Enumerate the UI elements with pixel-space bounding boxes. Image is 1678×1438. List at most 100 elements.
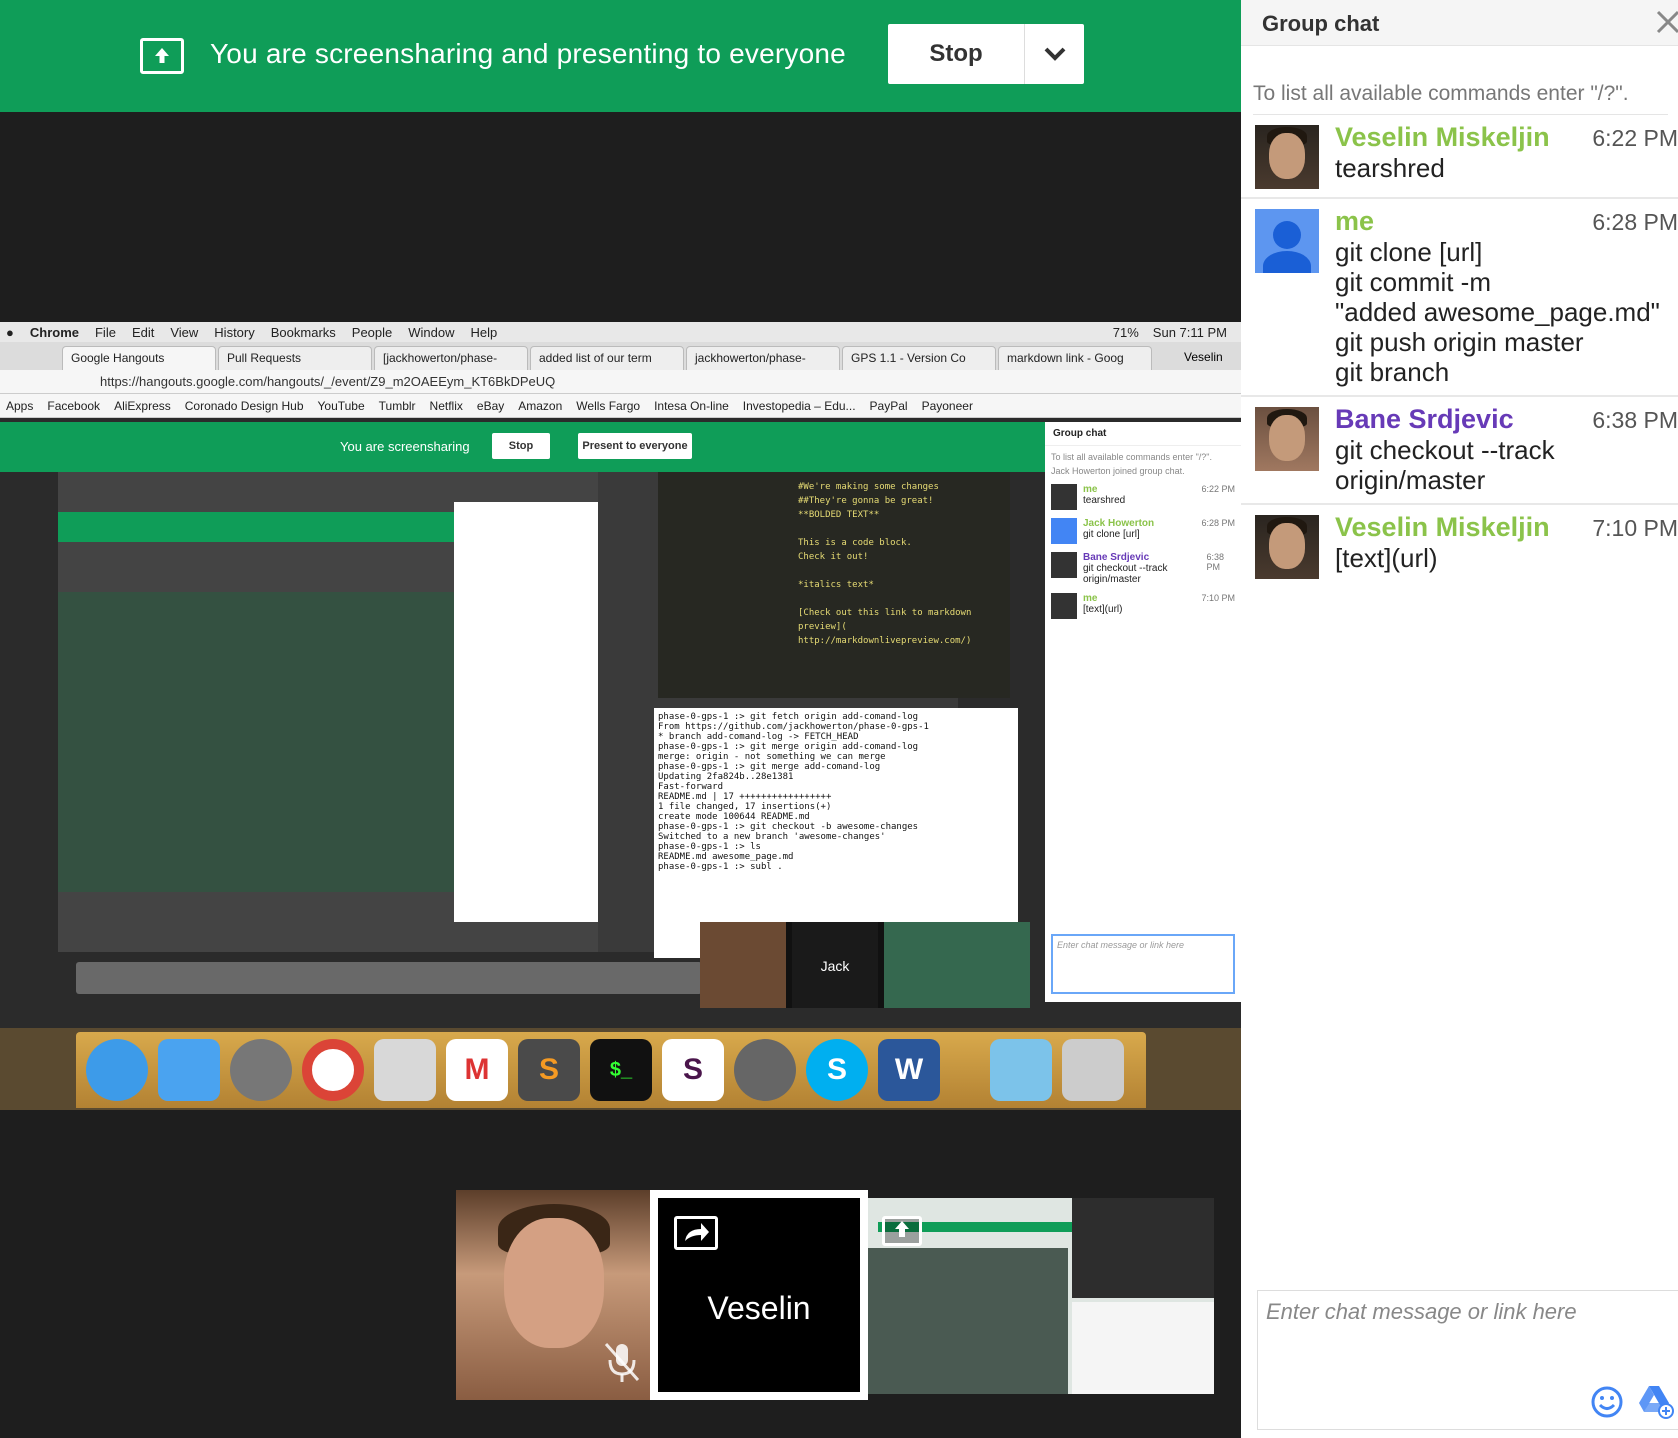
chat-message: Veselin Miskeljin [text](url) 7:10 PM: [1241, 505, 1678, 587]
avatar: [1255, 407, 1319, 471]
chat-message: Bane Srdjevic git checkout --track origi…: [1241, 397, 1678, 505]
group-chat-panel: Group chat To list all available command…: [1241, 0, 1678, 1438]
mail-icon: [374, 1039, 436, 1101]
inner-chat-time: 6:22 PM: [1201, 484, 1235, 494]
terminal-line: 1 file changed, 17 insertions(+): [658, 802, 832, 812]
close-icon[interactable]: [1654, 8, 1678, 41]
chat-input-placeholder: Enter chat message or link here: [1266, 1299, 1577, 1324]
participant-strip: Veselin: [456, 1190, 1214, 1400]
message-line: tearshred: [1335, 153, 1445, 183]
code-line: ##They're gonna be great!: [798, 496, 934, 506]
menu-item: History: [214, 324, 255, 340]
bookmark-item: Facebook: [47, 398, 101, 413]
bookmark-item: Apps: [6, 398, 34, 413]
stop-label[interactable]: Stop: [888, 40, 1024, 68]
chevron-down-icon[interactable]: [1025, 47, 1084, 61]
address-bar: https://hangouts.google.com/hangouts/_/e…: [0, 370, 1241, 394]
browser-tabbar: Google Hangouts Pull Requests [jackhower…: [0, 342, 1241, 370]
screenshare-icon: [882, 1216, 922, 1246]
mic-muted-icon: [602, 1340, 642, 1389]
inner-chat-time: 6:38 PM: [1206, 552, 1224, 572]
message-time: 6:38 PM: [1592, 407, 1678, 433]
code-line: http://markdownlivepreview.com/): [798, 636, 972, 646]
terminal-line: phase-0-gps-1 :> git fetch origin add-co…: [658, 712, 919, 722]
terminal-window: phase-0-gps-1 :> git fetch origin add-co…: [654, 708, 1018, 958]
code-line: #We're making some changes: [798, 482, 939, 492]
screenshare-banner: You are screensharing and presenting to …: [0, 0, 1241, 112]
chat-message-input[interactable]: Enter chat message or link here: [1257, 1290, 1678, 1430]
bookmark-item: YouTube: [317, 398, 365, 413]
screenshare-icon: [140, 38, 184, 74]
bookmark-item: Investopedia – Edu...: [742, 398, 856, 413]
inner-chat-title: Group chat: [1045, 422, 1241, 446]
code-line: [Check out this link to markdown preview…: [798, 608, 972, 632]
screenshare-status-text: You are screensharing and presenting to …: [210, 38, 846, 69]
menu-item: Window: [408, 324, 455, 340]
inner-chat-text: git clone [url]: [1083, 529, 1140, 540]
drive-icon[interactable]: [1636, 1383, 1674, 1424]
self-tile-inner: Veselin: [658, 1198, 860, 1392]
inner-chat-text: tearshred: [1083, 495, 1126, 506]
terminal-line: README.md | 17 +++++++++++++++++: [658, 792, 832, 802]
avatar: [1255, 125, 1319, 189]
message-line: git commit -m: [1335, 267, 1491, 297]
code-line: Check it out!: [798, 552, 869, 562]
thumb-editor: [1072, 1198, 1214, 1298]
inner-stop-button: Stop: [492, 433, 550, 459]
bookmark-item: Intesa On-line: [654, 398, 729, 413]
downloads-folder-icon: [990, 1039, 1052, 1101]
nested-desktop: #We're making some changes ##They're gon…: [58, 472, 1018, 958]
chat-title: Group chat: [1262, 11, 1380, 36]
mac-menubar: ● Chrome File Edit View History Bookmark…: [0, 322, 1241, 342]
code-line: This is a code block.: [798, 538, 912, 548]
apple-icon: ●: [6, 324, 14, 340]
system-preferences-icon: [734, 1039, 796, 1101]
url-text: https://hangouts.google.com/hangouts/_/e…: [100, 374, 556, 389]
code-editor: #We're making some changes ##They're gon…: [658, 472, 1010, 698]
message-time: 7:10 PM: [1592, 515, 1678, 541]
menu-item: Chrome: [29, 324, 79, 340]
self-presenting-tile[interactable]: Veselin: [650, 1190, 868, 1400]
inner-group-chat: Group chat To list all available command…: [1045, 422, 1241, 1002]
share-arrow-icon: [674, 1216, 718, 1250]
code-line: **BOLDED TEXT**: [798, 510, 880, 520]
message-line: origin/master: [1335, 465, 1486, 495]
bookmark-item: Wells Fargo: [576, 398, 641, 413]
inner-chat-message: me tearshred 6:22 PM: [1045, 480, 1241, 514]
code-line: *italics text*: [798, 580, 874, 590]
stop-screenshare-button[interactable]: Stop: [888, 24, 1084, 84]
dock-shelf: M S $_ S S W: [76, 1032, 1146, 1108]
emoji-icon[interactable]: [1590, 1385, 1624, 1424]
messages-icon: [86, 1039, 148, 1101]
terminal-line: README.md awesome_page.md: [658, 852, 794, 862]
bookmark-item: Netflix: [429, 398, 463, 413]
thumb-terminal: [1072, 1302, 1214, 1394]
message-time: 6:28 PM: [1592, 209, 1678, 235]
participant-video[interactable]: [456, 1190, 650, 1400]
inner-participant-jack: Jack: [792, 922, 878, 1008]
screen-share-thumbnail[interactable]: [868, 1198, 1214, 1394]
chat-hint: To list all available commands enter "/?…: [1253, 82, 1668, 115]
inner-screenshare-banner: You are screensharing Stop Present to ev…: [0, 422, 1045, 472]
bookmark-item: Coronado Design Hub: [184, 398, 304, 413]
terminal-line: phase-0-gps-1 :> git checkout -b awesome…: [658, 822, 919, 832]
bookmark-item: eBay: [476, 398, 505, 413]
terminal-line: phase-0-gps-1 :> git merge add-comand-lo…: [658, 762, 881, 772]
inner-chat-message: Bane Srdjevic git checkout --track origi…: [1045, 548, 1241, 589]
menu-item: Help: [470, 324, 498, 340]
message-line: git push origin master: [1335, 327, 1584, 357]
menu-item: Bookmarks: [270, 324, 336, 340]
message-line: git branch: [1335, 357, 1450, 387]
terminal-line: phase-0-gps-1 :> git merge origin add-co…: [658, 742, 919, 752]
terminal-line: Switched to a new branch 'awesome-change…: [658, 832, 886, 842]
terminal-line: merge: origin - not something we can mer…: [658, 752, 886, 762]
inner-chat-joined: Jack Howerton joined group chat.: [1051, 466, 1185, 476]
inner-participant-video: [700, 922, 786, 1008]
browser-tab: markdown link - Goog: [998, 346, 1152, 370]
browser-tab: added list of our term: [530, 346, 684, 370]
profile-name: Veselin: [1184, 350, 1223, 364]
browser-tab: Google Hangouts: [62, 346, 216, 370]
self-name: Veselin: [707, 1290, 811, 1326]
hangouts-window: You are screensharing and presenting to …: [0, 0, 1678, 1438]
inner-chat-sender: me: [1083, 484, 1098, 495]
